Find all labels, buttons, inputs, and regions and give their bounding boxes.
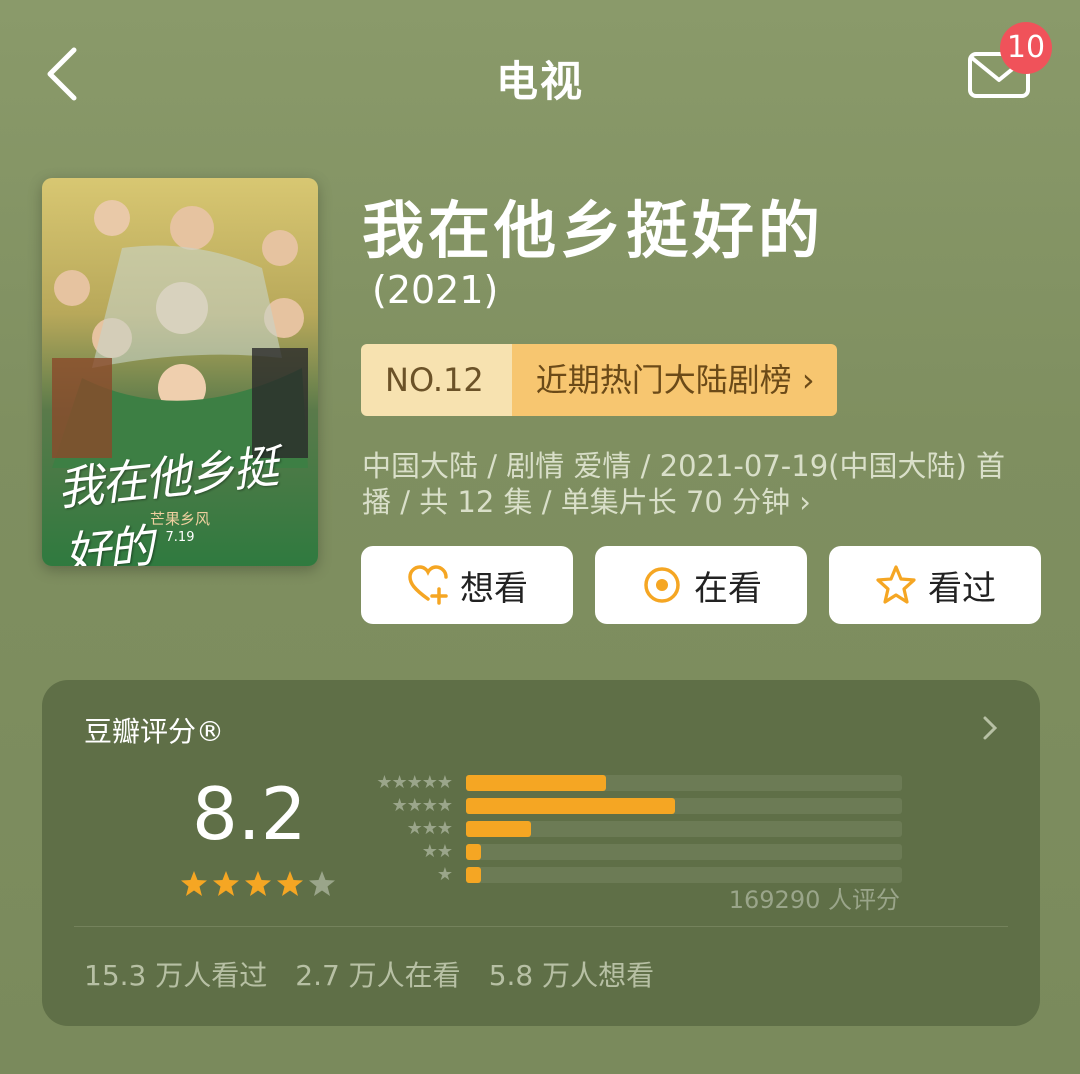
rating-bar-fill [466, 798, 676, 814]
rating-bar-fill [466, 821, 532, 837]
target-icon [644, 567, 680, 603]
divider [74, 926, 1008, 927]
rating-star-icon [277, 871, 303, 896]
chevron-right-icon[interactable] [980, 714, 1000, 742]
rating-title: 豆瓣评分® [84, 715, 225, 748]
rating-bar-row: ★★★★★ [358, 774, 903, 792]
rating-star-icon [213, 871, 239, 896]
want-to-watch-label: 想看 [460, 568, 528, 609]
rating-star-icon [245, 871, 271, 896]
heart-plus-icon [408, 565, 448, 605]
rating-bar-fill [466, 844, 482, 860]
show-title: 我在他乡挺好的 [362, 194, 825, 267]
rating-bar-fill [466, 775, 606, 791]
poster-cast-illustration [52, 200, 308, 468]
rating-score: 8.2 [192, 772, 307, 856]
rating-stars [180, 870, 336, 898]
rating-star-icon [181, 871, 207, 896]
want-to-watch-button[interactable]: 想看 [361, 546, 573, 624]
ranking-badge[interactable]: NO.12 近期热门大陆剧榜 › [361, 344, 837, 416]
page-title: 电视 [495, 57, 584, 106]
rank-number: NO.12 [361, 344, 512, 416]
rating-bar-row: ★★★ [358, 820, 903, 838]
star-icon [876, 565, 916, 604]
poster-image[interactable]: 我在他乡挺好的 芒果乡风 7.19 [42, 178, 318, 566]
watching-label: 在看 [694, 568, 762, 609]
rating-bar-fill [466, 867, 482, 883]
watch-stats: 15.3 万人看过 2.7 万人在看 5.8 万人想看 [84, 954, 654, 994]
poster-date: 7.19 [165, 530, 195, 545]
rating-bar-track [466, 821, 902, 837]
raters-count: 169290 人评分 [728, 886, 900, 914]
bar-star-label: ★★★★ [391, 795, 453, 816]
watched-label: 看过 [928, 568, 996, 609]
poster-subtitle: 芒果乡风 [149, 510, 210, 528]
rating-bar-row: ★★★★ [358, 797, 903, 815]
rating-bar-track [466, 775, 902, 791]
bar-star-label: ★ [436, 864, 453, 885]
show-year: (2021) [372, 268, 499, 312]
notification-badge: 10 [1000, 22, 1052, 74]
meta-line-1: 中国大陆 / 剧情 爱情 / 2021-07-19(中国大陆) 首 [362, 449, 1006, 483]
watching-button[interactable]: 在看 [595, 546, 807, 624]
bar-star-label: ★★★★★ [376, 772, 453, 793]
rating-bar-track [466, 844, 902, 860]
watched-count: 15.3 万人看过 [84, 959, 268, 992]
rating-star-icon [309, 871, 335, 896]
bar-star-label: ★★ [421, 841, 453, 862]
show-meta[interactable]: 中国大陆 / 剧情 爱情 / 2021-07-19(中国大陆) 首 播 / 共 … [362, 448, 1052, 520]
bar-star-label: ★★★ [406, 818, 453, 839]
meta-line-2: 播 / 共 12 集 / 单集片长 70 分钟 › [362, 485, 811, 519]
rating-card[interactable]: 豆瓣评分® 8.2 ★★★★★ ★★★★ ★★★ ★★ ★ 169290 人评分 15.… [42, 680, 1040, 1026]
watched-button[interactable]: 看过 [829, 546, 1041, 624]
top-bar: 电视 10 [0, 0, 1080, 150]
want-count: 5.8 万人想看 [488, 959, 655, 992]
watching-count: 2.7 万人在看 [295, 959, 461, 992]
rank-list-link[interactable]: 近期热门大陆剧榜 › [511, 344, 837, 416]
rating-bar-row: ★★ [358, 843, 903, 861]
rating-bar-track [466, 798, 902, 814]
